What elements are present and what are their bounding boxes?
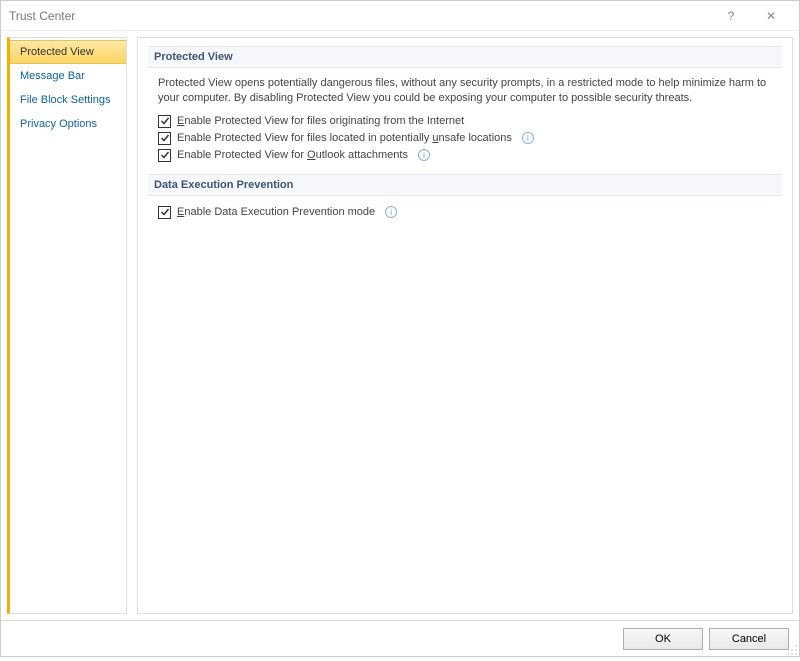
checkbox-unsafe-locations[interactable] <box>158 132 171 145</box>
checkbox-label: Enable Data Execution Prevention mode <box>177 206 375 218</box>
info-icon[interactable]: i <box>385 206 397 218</box>
sidebar-item-label: Privacy Options <box>20 118 97 130</box>
trust-center-dialog: Trust Center ? ✕ Protected View Message … <box>0 0 800 657</box>
section-header-protected-view: Protected View <box>148 46 782 68</box>
checkbox-label: Enable Protected View for files located … <box>177 132 512 144</box>
help-icon: ? <box>728 9 735 23</box>
check-icon <box>160 207 170 217</box>
check-icon <box>160 116 170 126</box>
dialog-body: Protected View Message Bar File Block Se… <box>1 31 799 620</box>
close-icon: ✕ <box>766 9 776 23</box>
check-row-unsafe-locations: Enable Protected View for files located … <box>148 130 782 147</box>
sidebar-item-label: Message Bar <box>20 70 85 82</box>
close-button[interactable]: ✕ <box>751 2 791 30</box>
sidebar-item-file-block-settings[interactable]: File Block Settings <box>10 88 126 112</box>
check-row-dep: Enable Data Execution Prevention mode i <box>148 204 782 221</box>
ok-button[interactable]: OK <box>623 628 703 650</box>
check-row-internet-files: Enable Protected View for files originat… <box>148 113 782 130</box>
sidebar-item-privacy-options[interactable]: Privacy Options <box>10 112 126 136</box>
check-icon <box>160 133 170 143</box>
resize-grip-icon <box>786 644 798 656</box>
info-icon[interactable]: i <box>418 149 430 161</box>
resize-grip[interactable] <box>786 643 798 655</box>
protected-view-description: Protected View opens potentially dangero… <box>148 76 782 113</box>
titlebar: Trust Center ? ✕ <box>1 1 799 31</box>
check-icon <box>160 150 170 160</box>
checkbox-internet-files[interactable] <box>158 115 171 128</box>
checkbox-label: Enable Protected View for Outlook attach… <box>177 149 408 161</box>
checkbox-label: Enable Protected View for files originat… <box>177 115 464 127</box>
info-icon[interactable]: i <box>522 132 534 144</box>
check-row-outlook-attachments: Enable Protected View for Outlook attach… <box>148 147 782 164</box>
help-button[interactable]: ? <box>711 2 751 30</box>
checkbox-dep[interactable] <box>158 206 171 219</box>
section-header-dep: Data Execution Prevention <box>148 174 782 196</box>
checkbox-outlook-attachments[interactable] <box>158 149 171 162</box>
cancel-button[interactable]: Cancel <box>709 628 789 650</box>
sidebar-item-label: Protected View <box>20 46 94 58</box>
sidebar: Protected View Message Bar File Block Se… <box>7 37 127 614</box>
content-pane: Protected View Protected View opens pote… <box>137 37 793 614</box>
dialog-title: Trust Center <box>9 9 711 23</box>
sidebar-item-label: File Block Settings <box>20 94 110 106</box>
dialog-footer: OK Cancel <box>1 620 799 656</box>
sidebar-item-protected-view[interactable]: Protected View <box>10 40 126 64</box>
sidebar-item-message-bar[interactable]: Message Bar <box>10 64 126 88</box>
